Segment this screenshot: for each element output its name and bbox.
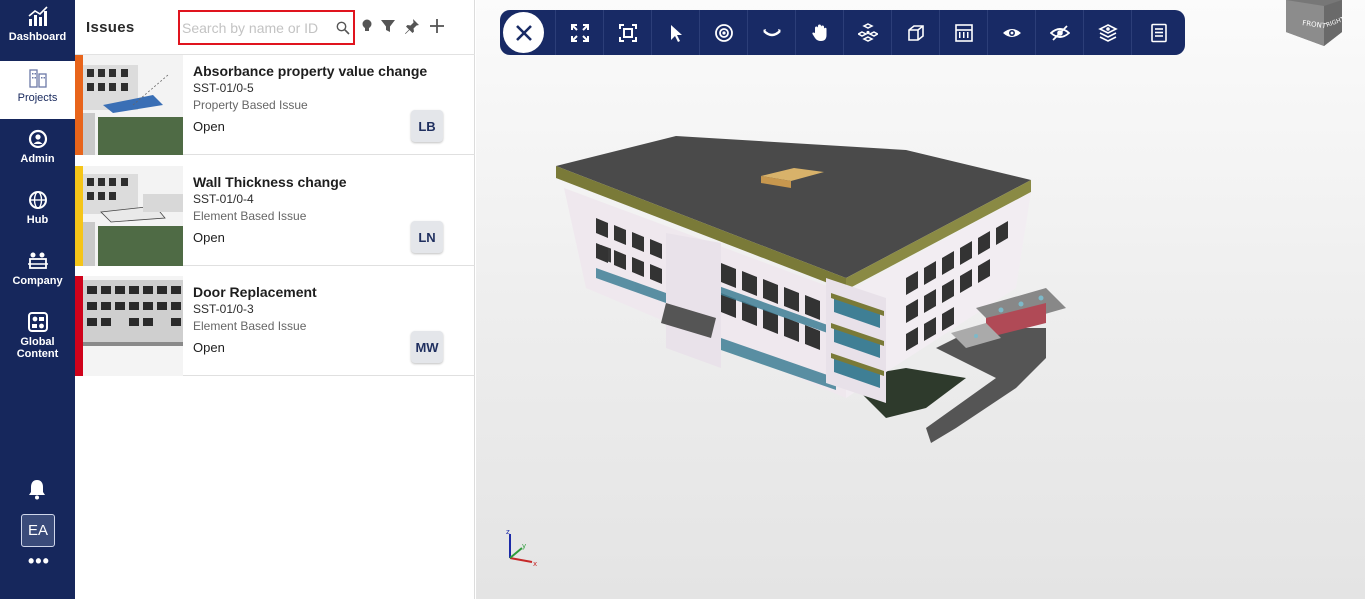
axis-y-label: y	[522, 542, 526, 550]
layers-icon	[1097, 23, 1118, 42]
orbit-icon	[714, 23, 733, 42]
nav-item-hub[interactable]: Hub	[0, 183, 75, 241]
add-issue-icon[interactable]	[429, 18, 445, 34]
filter-icon[interactable]	[380, 18, 396, 34]
issue-type: Element Based Issue	[193, 209, 307, 223]
nav-label-admin: Admin	[20, 153, 55, 165]
issue-title: Door Replacement	[193, 284, 317, 300]
buildings-icon	[28, 69, 47, 88]
issue-title: Wall Thickness change	[193, 174, 347, 190]
show-button[interactable]	[987, 10, 1035, 55]
section-plane-button[interactable]	[939, 10, 987, 55]
issue-status: Open	[193, 230, 225, 245]
assignee-badge[interactable]: LB	[411, 110, 443, 142]
issue-status: Open	[193, 340, 225, 355]
fit-view-button[interactable]	[555, 10, 603, 55]
axis-triad: z y x	[506, 528, 537, 568]
select-button[interactable]	[651, 10, 699, 55]
section-plane-icon	[954, 23, 973, 42]
issues-title: Issues	[86, 19, 135, 36]
issue-title: Absorbance property value change	[193, 63, 428, 79]
issue-id: SST-01/0-3	[193, 302, 254, 316]
nav-item-company[interactable]: Company	[0, 244, 75, 302]
main-nav-rail: Dashboard Projects Admin Hub Company Glo…	[0, 0, 75, 599]
show-icon	[1002, 28, 1021, 37]
section-box-icon	[907, 24, 924, 41]
nav-label-dashboard: Dashboard	[8, 31, 67, 43]
hide-button[interactable]	[1035, 10, 1083, 55]
hide-icon	[1049, 24, 1070, 41]
issue-thumbnail-image	[83, 55, 183, 155]
issue-color-stripe	[75, 55, 83, 155]
issue-type: Element Based Issue	[193, 319, 307, 333]
lightbulb-icon[interactable]	[359, 18, 375, 34]
nav-item-dashboard[interactable]: Dashboard	[0, 0, 75, 58]
issue-search-box[interactable]	[178, 10, 355, 45]
building-3d-model[interactable]	[546, 128, 1086, 448]
close-icon	[515, 24, 532, 41]
layers-button[interactable]	[1083, 10, 1131, 55]
more-options-icon[interactable]: •••	[28, 552, 49, 570]
pan-hand-icon	[811, 24, 826, 41]
section-box-button[interactable]	[891, 10, 939, 55]
orbit-button[interactable]	[699, 10, 747, 55]
nav-item-projects[interactable]: Projects	[0, 61, 75, 119]
look-around-button[interactable]	[747, 10, 795, 55]
focus-frame-button[interactable]	[603, 10, 651, 55]
search-icon[interactable]	[336, 21, 350, 35]
bar-chart-icon	[27, 6, 48, 26]
assignee-badge[interactable]: MW	[411, 331, 443, 363]
issue-id: SST-01/0-4	[193, 192, 254, 206]
global-content-icon	[27, 312, 48, 332]
issue-thumbnail[interactable]	[83, 276, 183, 376]
issue-thumbnail[interactable]	[83, 55, 183, 155]
issues-panel: Issues Search by name or ID Absorbance p…	[75, 0, 475, 599]
issue-status: Open	[193, 119, 225, 134]
issue-search-input[interactable]	[182, 18, 330, 38]
explode-button[interactable]	[843, 10, 891, 55]
assignee-badge[interactable]: LN	[411, 221, 443, 253]
pan-button[interactable]	[795, 10, 843, 55]
nav-label-global-content: Global Content	[16, 336, 59, 360]
globe-icon	[28, 191, 47, 209]
issue-thumbnail[interactable]	[83, 166, 183, 266]
nav-cube[interactable]: FRONT RIGHT	[1284, 0, 1344, 48]
nav-item-global-content[interactable]: Global Content	[0, 305, 75, 367]
issue-color-stripe	[75, 166, 83, 266]
axis-z-label: z	[506, 528, 510, 536]
issue-id: SST-01/0-5	[193, 81, 254, 95]
close-viewer-button[interactable]	[503, 12, 544, 53]
issue-thumbnail-image	[83, 276, 183, 376]
nav-label-company: Company	[12, 275, 63, 287]
nav-item-admin[interactable]: Admin	[0, 122, 75, 180]
user-avatar[interactable]: EA	[21, 514, 55, 547]
issue-row[interactable]: Absorbance property value change SST-01/…	[75, 55, 475, 155]
properties-button[interactable]	[1131, 10, 1185, 55]
fit-view-icon	[570, 23, 589, 42]
admin-gear-icon	[28, 129, 47, 149]
pin-icon[interactable]	[404, 18, 420, 34]
notifications-bell-icon[interactable]	[26, 478, 48, 500]
axis-x-label: x	[533, 560, 537, 568]
issues-header: Issues	[75, 0, 475, 55]
properties-icon	[1150, 23, 1167, 42]
focus-frame-icon	[618, 23, 637, 42]
nav-label-hub: Hub	[26, 214, 49, 226]
nav-label-projects: Projects	[17, 92, 58, 104]
issue-type: Property Based Issue	[193, 98, 308, 112]
company-people-icon	[27, 252, 48, 269]
explode-icon	[857, 22, 878, 42]
look-around-icon	[762, 28, 781, 36]
model-viewer[interactable]: FRONT RIGHT z y x	[476, 0, 1365, 599]
select-pointer-icon	[670, 24, 682, 42]
viewer-toolbar	[500, 10, 1185, 55]
issue-color-stripe	[75, 276, 83, 376]
issue-row[interactable]: Wall Thickness change SST-01/0-4 Element…	[75, 166, 475, 266]
issue-thumbnail-image	[83, 166, 183, 266]
issue-row[interactable]: Door Replacement SST-01/0-3 Element Base…	[75, 276, 475, 376]
